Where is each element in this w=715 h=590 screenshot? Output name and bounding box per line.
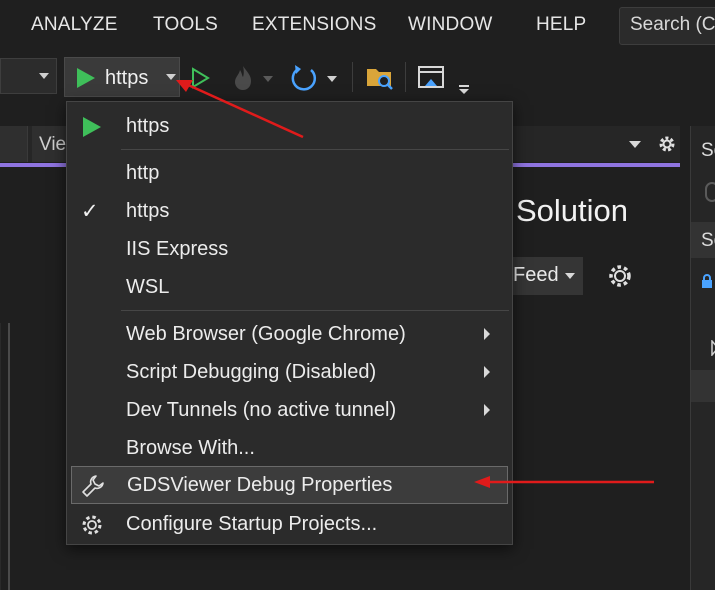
- gear-icon[interactable]: [606, 262, 634, 290]
- menu-item-profile-wsl[interactable]: WSL: [67, 269, 512, 307]
- tab-stub[interactable]: [0, 126, 28, 162]
- toolbar: https: [0, 52, 715, 102]
- lock-icon: [702, 274, 712, 288]
- configuration-combo[interactable]: [0, 58, 57, 94]
- menu-bar: ANALYZE TOOLS EXTENSIONS WINDOW HELP Sea…: [0, 0, 715, 52]
- menu-item-label: Web Browser (Google Chrome): [126, 323, 406, 345]
- play-icon: [83, 117, 101, 137]
- menu-item-start-https[interactable]: https: [67, 108, 512, 146]
- wrench-icon: [82, 475, 104, 497]
- tree-row-selected[interactable]: [691, 370, 715, 402]
- menu-item-label: Dev Tunnels (no active tunnel): [126, 399, 397, 421]
- search-solution-explorer[interactable]: So: [691, 222, 715, 258]
- back-icon[interactable]: [705, 182, 715, 202]
- restart-icon[interactable]: [289, 63, 319, 93]
- menu-item-label: WSL: [126, 276, 170, 298]
- menu-item-label: https: [126, 200, 170, 222]
- menu-item-profile-iis-express[interactable]: IIS Express: [67, 231, 512, 269]
- menu-item-label: http: [126, 162, 160, 184]
- toolbar-separator: [405, 62, 406, 92]
- solution-explorer-panel: So So: [690, 126, 715, 590]
- play-outline-icon[interactable]: [190, 67, 210, 89]
- menu-item-browse-with[interactable]: Browse With...: [67, 430, 512, 468]
- menu-item-label: Configure Startup Projects...: [126, 513, 378, 535]
- feed-label: Feed: [513, 264, 559, 286]
- menu-analyze[interactable]: ANALYZE: [31, 14, 118, 36]
- feed-dropdown[interactable]: Feed: [507, 257, 583, 295]
- play-icon: [77, 68, 95, 88]
- debug-target-dropdown: https http ✓ https IIS Express WSL Web B…: [66, 101, 513, 545]
- submenu-arrow-icon: [484, 328, 490, 340]
- chevron-down-icon: [39, 73, 49, 79]
- menu-item-label: GDSViewer Debug Properties: [127, 474, 393, 496]
- gear-icon[interactable]: [657, 134, 677, 154]
- chevron-down-icon[interactable]: [166, 74, 176, 81]
- menu-window[interactable]: WINDOW: [408, 14, 493, 36]
- menu-extensions[interactable]: EXTENSIONS: [252, 14, 376, 36]
- menu-item-label: https: [126, 115, 170, 137]
- menu-separator: [121, 149, 509, 150]
- browser-window-icon[interactable]: [417, 64, 445, 92]
- menu-item-profile-http[interactable]: http: [67, 155, 512, 193]
- menu-item-web-browser[interactable]: Web Browser (Google Chrome): [67, 316, 512, 354]
- menu-tools[interactable]: TOOLS: [153, 14, 218, 36]
- menu-item-profile-https[interactable]: ✓ https: [67, 193, 512, 231]
- search-solution-label: So: [701, 230, 715, 251]
- submenu-arrow-icon: [484, 366, 490, 378]
- overflow-chevron-icon[interactable]: [458, 85, 470, 95]
- toolbar-separator: [352, 62, 353, 92]
- chevron-down-icon: [565, 273, 575, 279]
- left-panel-edge: [0, 323, 10, 590]
- chevron-down-icon[interactable]: [263, 76, 273, 83]
- menu-item-label: Browse With...: [126, 437, 255, 459]
- folder-search-icon[interactable]: [365, 64, 395, 92]
- hot-reload-flame-icon[interactable]: [229, 64, 257, 92]
- menu-separator: [121, 310, 509, 311]
- menu-item-dev-tunnels[interactable]: Dev Tunnels (no active tunnel): [67, 392, 512, 430]
- menu-item-label: Script Debugging (Disabled): [126, 361, 377, 383]
- solution-explorer-title: So: [701, 140, 715, 161]
- search-box[interactable]: Search (C: [619, 7, 715, 45]
- menu-item-label: IIS Express: [126, 238, 229, 260]
- submenu-arrow-icon: [484, 404, 490, 416]
- chevron-down-icon[interactable]: [327, 76, 337, 83]
- menu-item-configure-startup[interactable]: Configure Startup Projects...: [67, 506, 512, 544]
- page-title: Solution: [516, 193, 629, 228]
- tab-list-dropdown-icon[interactable]: [629, 141, 641, 149]
- expand-arrow-icon[interactable]: [711, 340, 715, 356]
- checkmark-icon: ✓: [81, 199, 99, 223]
- start-debugging-button[interactable]: https: [64, 57, 180, 97]
- gear-icon: [82, 515, 102, 535]
- run-profile-label: https: [105, 67, 149, 89]
- menu-item-debug-properties[interactable]: GDSViewer Debug Properties: [71, 466, 508, 504]
- menu-item-script-debugging[interactable]: Script Debugging (Disabled): [67, 354, 512, 392]
- menu-help[interactable]: HELP: [536, 14, 586, 36]
